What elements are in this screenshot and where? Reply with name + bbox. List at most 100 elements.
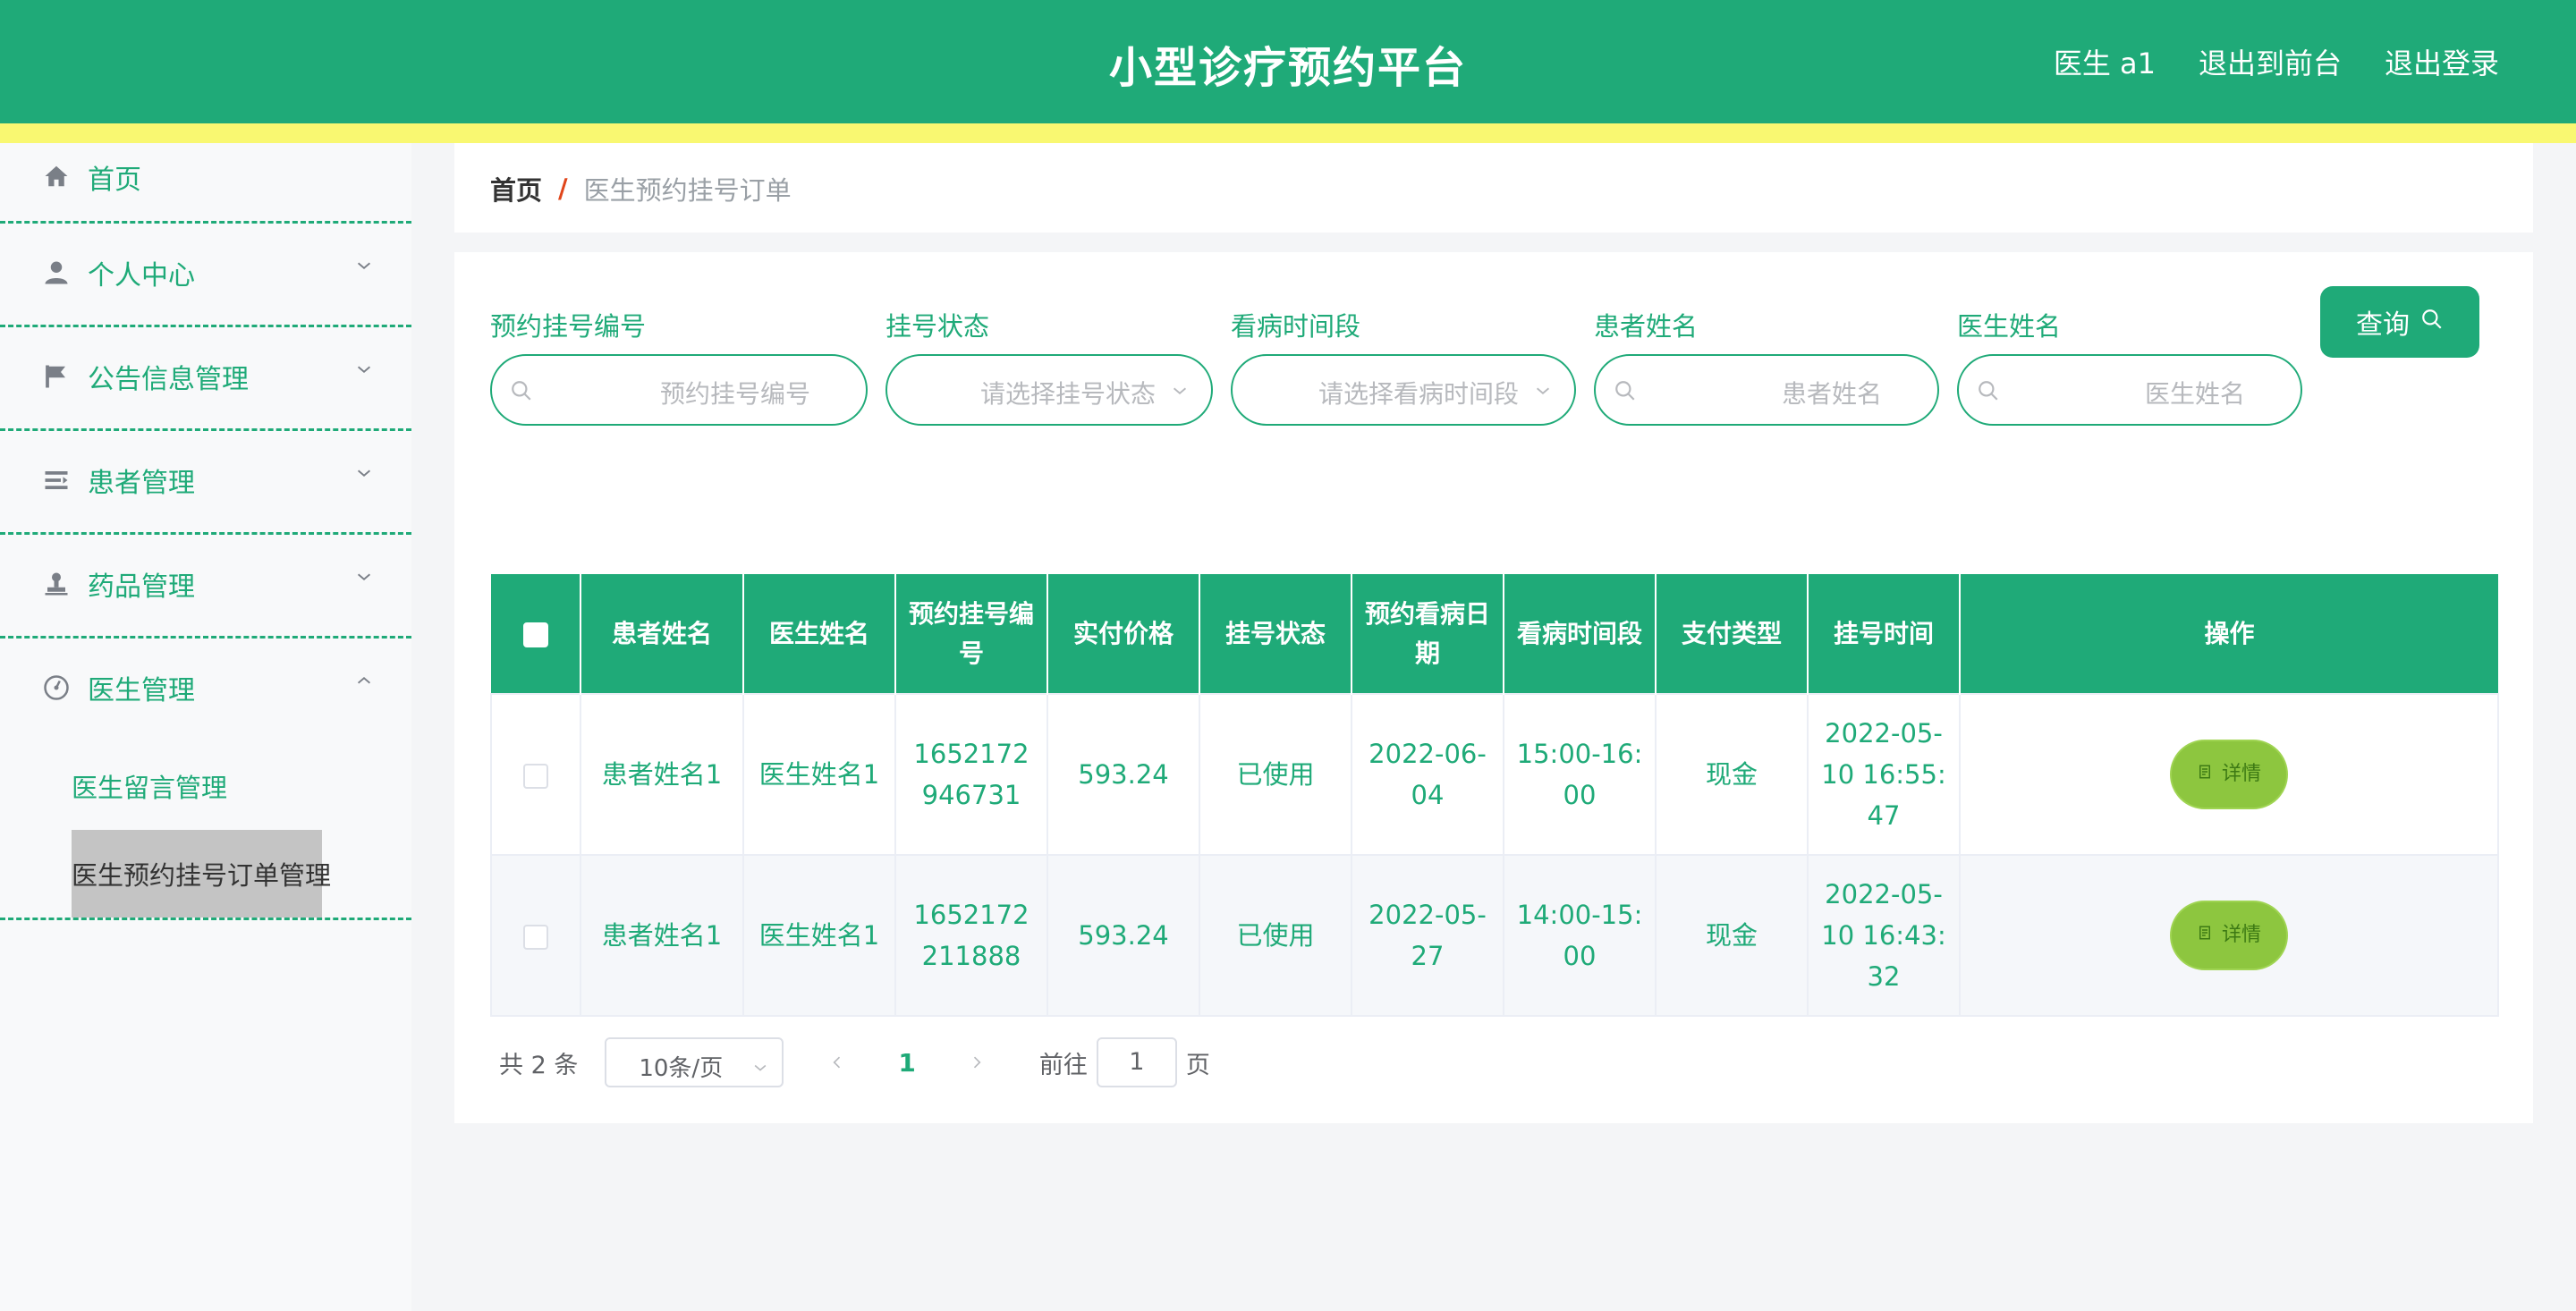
- query-button[interactable]: 查询: [2320, 286, 2479, 358]
- column-header: 支付类型: [1656, 574, 1809, 694]
- search-slot-group: 看病时间段 请选择看病时间段: [1231, 306, 1576, 426]
- cell-date: 2022-06-04: [1351, 693, 1504, 856]
- select-all-cell: [491, 574, 581, 694]
- search-label: 医生姓名: [1957, 311, 2062, 342]
- document-icon: [2197, 754, 2213, 795]
- page-number-current[interactable]: 1: [898, 1048, 915, 1078]
- breadcrumb-home[interactable]: 首页: [490, 170, 542, 207]
- column-header: 医生姓名: [743, 574, 896, 694]
- sidebar-item-label: 个人中心: [88, 260, 195, 292]
- search-slot-select[interactable]: 请选择看病时间段: [1231, 354, 1576, 426]
- search-patient-group: 患者姓名 患者姓名: [1594, 306, 1939, 426]
- search-label: 患者姓名: [1594, 311, 1699, 342]
- detail-button-label: 详情: [2221, 924, 2261, 946]
- cell-slot: 15:00-16:00: [1503, 693, 1657, 856]
- row-checkbox[interactable]: [523, 764, 548, 789]
- sidebar-item-medicines[interactable]: 药品管理: [0, 535, 411, 639]
- chevron-up-icon: [354, 671, 376, 692]
- column-header: 实付价格: [1047, 574, 1200, 694]
- search-doctor-input[interactable]: 医生姓名: [1957, 354, 2302, 426]
- cell-status: 已使用: [1199, 854, 1352, 1017]
- cell-doctor: 医生姓名1: [742, 854, 896, 1017]
- search-icon: [1977, 379, 2000, 402]
- sidebar-item-label: 药品管理: [88, 571, 195, 603]
- back-to-front-link[interactable]: 退出到前台: [2199, 41, 2342, 82]
- pagination-total: 共 2 条: [499, 1051, 579, 1079]
- column-header: 预约挂号编号: [895, 574, 1048, 694]
- cell-order-no: 1652172211888: [894, 854, 1048, 1017]
- chevron-down-icon: [354, 567, 376, 588]
- search-placeholder: 预约挂号编号: [659, 379, 810, 409]
- sidebar-item-patients[interactable]: 患者管理: [0, 431, 411, 535]
- search-icon: [2420, 307, 2444, 338]
- table-header-row: 患者姓名 医生姓名 预约挂号编号 实付价格 挂号状态 预约看病日期 看病时间段 …: [491, 574, 2498, 694]
- chevron-down-icon: [354, 359, 376, 381]
- top-header: 小型诊疗预约平台 医生 a1 退出到前台 退出登录: [0, 0, 2576, 123]
- user-icon: [41, 258, 72, 288]
- current-user-label: 医生 a1: [2053, 47, 2156, 80]
- column-header: 预约看病日期: [1352, 574, 1504, 694]
- chevron-down-icon: [354, 256, 376, 277]
- row-select-cell: [490, 854, 581, 1017]
- search-doctor-group: 医生姓名 医生姓名: [1957, 306, 2302, 426]
- cell-patient: 患者姓名1: [580, 854, 744, 1017]
- breadcrumb: 首页 / 医生预约挂号订单: [490, 170, 792, 207]
- header-accent-bar: [0, 123, 2576, 143]
- search-order-no-group: 预约挂号编号 预约挂号编号: [490, 306, 868, 426]
- goto-page-input[interactable]: 1: [1096, 1037, 1177, 1087]
- column-header: 操作: [1960, 574, 2498, 694]
- prev-page-button[interactable]: [819, 1045, 855, 1080]
- select-all-checkbox[interactable]: [522, 622, 548, 647]
- cell-created: 2022-05-10 16:55:47: [1807, 693, 1961, 856]
- next-page-button[interactable]: [959, 1045, 995, 1080]
- stamp-icon: [41, 569, 72, 599]
- detail-button[interactable]: 详情: [2170, 740, 2288, 809]
- sidebar-subitem-doctor-orders[interactable]: 医生预约挂号订单管理: [72, 830, 331, 918]
- column-header: 挂号时间: [1808, 574, 1961, 694]
- search-icon: [510, 379, 533, 402]
- main-card: 预约挂号编号 预约挂号编号 挂号状态 请选择挂号状态 看病时间段 请选择看病时间…: [454, 252, 2533, 1123]
- sidebar-item-label: 首页: [88, 165, 141, 196]
- sidebar-item-personal-center[interactable]: 个人中心: [0, 224, 411, 327]
- search-status-group: 挂号状态 请选择挂号状态: [886, 306, 1213, 426]
- sidebar-item-announcements[interactable]: 公告信息管理: [0, 327, 411, 431]
- page-size-select[interactable]: 10条/页: [605, 1037, 784, 1087]
- chevron-right-icon: [973, 1056, 981, 1069]
- search-label: 挂号状态: [886, 311, 990, 342]
- sidebar-subitem-doctor-messages[interactable]: 医生留言管理: [72, 764, 227, 808]
- cell-slot: 14:00-15:00: [1503, 854, 1657, 1017]
- sidebar: 首页 个人中心 公告信息管理 患者管理 药品管理 医生管理 医生留言管理 医生预…: [0, 143, 411, 1311]
- detail-button[interactable]: 详情: [2170, 901, 2288, 970]
- search-order-no-input[interactable]: 预约挂号编号: [490, 354, 868, 426]
- cell-status: 已使用: [1199, 693, 1352, 856]
- column-header: 看病时间段: [1504, 574, 1657, 694]
- goto-suffix: 页: [1185, 1051, 1210, 1079]
- goto-label: 前往: [1038, 1051, 1088, 1079]
- chevron-left-icon: [833, 1056, 841, 1069]
- flag-icon: [41, 361, 72, 392]
- row-checkbox[interactable]: [523, 925, 548, 950]
- cell-pay-type: 现金: [1655, 693, 1809, 856]
- breadcrumb-card: 首页 / 医生预约挂号订单: [454, 143, 2533, 233]
- chevron-down-icon: [354, 463, 376, 485]
- search-placeholder: 请选择挂号状态: [979, 379, 1156, 409]
- cell-pay-type: 现金: [1655, 854, 1809, 1017]
- orders-table: 患者姓名 医生姓名 预约挂号编号 实付价格 挂号状态 预约看病日期 看病时间段 …: [490, 574, 2499, 1017]
- cell-doctor: 医生姓名1: [742, 693, 896, 856]
- chevron-down-icon: [1533, 381, 1553, 401]
- logout-link[interactable]: 退出登录: [2385, 41, 2499, 82]
- document-icon: [2197, 915, 2213, 956]
- search-label: 看病时间段: [1231, 311, 1361, 342]
- cell-created: 2022-05-10 16:43:32: [1807, 854, 1961, 1017]
- search-status-select[interactable]: 请选择挂号状态: [886, 354, 1213, 426]
- chevron-down-icon: [751, 1055, 769, 1073]
- cell-date: 2022-05-27: [1351, 854, 1504, 1017]
- search-icon: [1614, 379, 1637, 402]
- sidebar-item-label: 医生管理: [88, 675, 195, 706]
- chevron-down-icon: [1170, 381, 1190, 401]
- sidebar-item-home[interactable]: 首页: [0, 143, 411, 224]
- cell-price: 593.24: [1046, 693, 1200, 856]
- search-placeholder: 患者姓名: [1781, 379, 1882, 409]
- pagination: 共 2 条 10条/页 1 前往 1 页: [499, 1037, 1210, 1087]
- search-patient-input[interactable]: 患者姓名: [1594, 354, 1939, 426]
